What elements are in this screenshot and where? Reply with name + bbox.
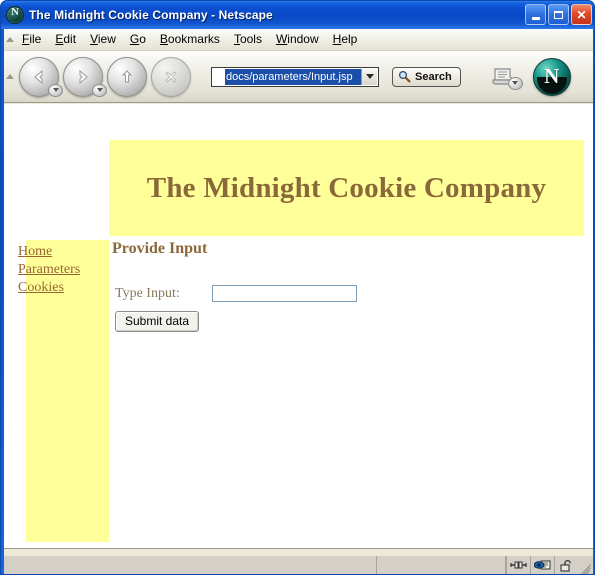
submit-data-button[interactable]: Submit data (115, 311, 200, 332)
page-banner: The Midnight Cookie Company (109, 140, 584, 236)
search-button-label: Search (415, 70, 452, 83)
print-dropdown-icon[interactable] (507, 76, 523, 90)
forward-dropdown-icon[interactable] (92, 83, 107, 97)
menu-bar: File Edit View Go Bookmarks Tools Window… (4, 29, 593, 51)
status-message (4, 556, 377, 574)
status-bar (4, 548, 593, 574)
menu-window[interactable]: Window (269, 30, 326, 49)
navigation-toolbar: docs/parameters/Input.jsp Search N (4, 51, 593, 103)
magnifier-icon (398, 70, 411, 83)
menu-help[interactable]: Help (326, 30, 365, 49)
window-client-area: File Edit View Go Bookmarks Tools Window… (4, 29, 593, 574)
netscape-logo-button[interactable]: N (532, 57, 571, 96)
sidebar-nav: Home Parameters Cookies (18, 240, 109, 542)
close-button[interactable]: ✕ (571, 4, 592, 25)
window-resize-grip[interactable] (578, 556, 593, 574)
back-button[interactable] (19, 56, 63, 97)
menu-file[interactable]: File (15, 30, 48, 49)
menu-go[interactable]: Go (123, 30, 153, 49)
content-heading: Provide Input (112, 240, 208, 257)
address-dropdown-icon[interactable] (361, 68, 377, 85)
type-input-label: Type Input: (115, 285, 180, 301)
menu-tools[interactable]: Tools (227, 30, 269, 49)
toolbar-grip[interactable] (4, 54, 15, 100)
print-icon[interactable] (487, 60, 523, 94)
sidebar-item-parameters[interactable]: Parameters (18, 261, 109, 279)
maximize-button[interactable] (548, 4, 569, 25)
title-bar: The Midnight Cookie Company - Netscape ✕ (1, 1, 594, 29)
menu-view[interactable]: View (83, 30, 123, 49)
submit-row: Submit data (109, 311, 584, 332)
connection-icon[interactable] (506, 556, 530, 574)
page-title: The Midnight Cookie Company (146, 171, 547, 204)
window-title: The Midnight Cookie Company - Netscape (29, 8, 273, 22)
page-viewport: The Midnight Cookie Company Home Paramet… (4, 104, 593, 548)
status-progress-pane (377, 556, 506, 574)
main-content: Provide Input Type Input: Submit data (109, 240, 584, 332)
menubar-grip[interactable] (4, 29, 15, 50)
forward-button[interactable] (63, 56, 107, 97)
netscape-n-icon (6, 6, 24, 24)
menu-edit[interactable]: Edit (48, 30, 83, 49)
address-bar[interactable]: docs/parameters/Input.jsp (211, 66, 379, 87)
menu-bookmarks[interactable]: Bookmarks (153, 30, 227, 49)
stop-button[interactable] (151, 56, 191, 97)
input-form-row: Type Input: (109, 285, 584, 302)
sidebar-item-home[interactable]: Home (18, 243, 109, 261)
back-dropdown-icon[interactable] (48, 83, 63, 97)
netscape-logo-letter: N (544, 63, 560, 88)
cookie-eye-icon[interactable] (530, 556, 554, 574)
status-bar-panes (4, 556, 593, 574)
sidebar-item-cookies[interactable]: Cookies (18, 279, 109, 297)
window-controls: ✕ (525, 4, 592, 25)
minimize-button[interactable] (525, 4, 546, 25)
status-icon-group (506, 556, 593, 574)
unlocked-padlock-icon[interactable] (554, 556, 578, 574)
reload-button[interactable] (107, 56, 147, 97)
type-input-field[interactable] (212, 285, 357, 302)
browser-window: The Midnight Cookie Company - Netscape ✕… (0, 0, 595, 575)
search-button[interactable]: Search (392, 66, 461, 87)
address-input[interactable]: docs/parameters/Input.jsp (225, 68, 361, 85)
